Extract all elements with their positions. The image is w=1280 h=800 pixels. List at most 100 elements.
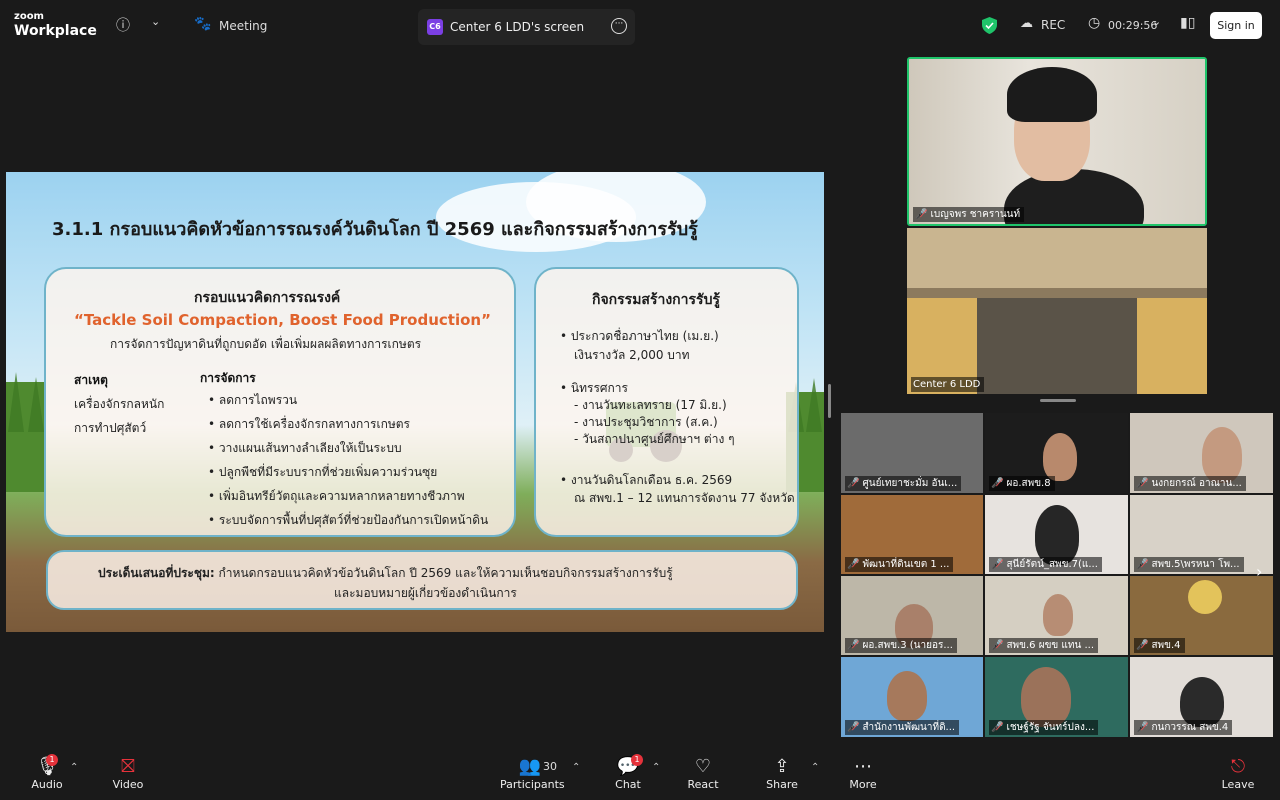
campaign-framework-panel: กรอบแนวคิดการรณรงค์ “Tackle Soil Compact… <box>44 267 516 537</box>
proposal-text: กำหนดกรอบแนวคิดหัวข้อวันดินโลก ปี 2569 แ… <box>214 566 673 580</box>
speaker-hair <box>1007 67 1097 122</box>
chat-badge: 1 <box>631 754 643 766</box>
participant-tile[interactable]: 🎤̸ ผอ.สพข.3 (นายอร... <box>841 576 983 655</box>
info-icon[interactable]: ⓘ <box>116 15 130 35</box>
participants-button[interactable]: 👥 Participants <box>500 748 565 800</box>
cause-heading: สาเหตุ <box>74 373 108 387</box>
mic-muted-icon: 🎤̸ <box>991 559 1004 570</box>
leave-button[interactable]: ⎋ Leave <box>1220 748 1256 800</box>
participant-tile[interactable]: 🎤̸ สพข.4 <box>1130 576 1273 655</box>
mic-muted-icon: 🎤̸ <box>1136 722 1149 733</box>
participant-name-tag: 🎤̸ เบญจพร ชาครานนท์ <box>913 207 1025 222</box>
meeting-timer[interactable]: 00:29:56 <box>1108 19 1157 32</box>
activity-contest-prize: เงินรางวัล 2,000 บาท <box>574 348 690 362</box>
active-speaker-video[interactable]: 🎤̸ เบญจพร ชาครานนท์ <box>907 57 1207 226</box>
proposal-line-1: ประเด็นเสนอที่ประชุม: กำหนดกรอบแนวคิดหัว… <box>98 564 673 583</box>
timer-chevron-icon[interactable]: ⌄ <box>1152 15 1161 28</box>
mic-muted-icon: 🎤̸ <box>847 559 860 570</box>
participant-name-tag: Center 6 LDD <box>911 377 985 392</box>
cloud-record-icon: ☁ <box>1020 16 1033 31</box>
mic-muted-icon: 🎤̸ <box>991 722 1004 733</box>
participant-tile[interactable]: 🎤̸ ผอ.สพข.8 <box>985 413 1128 493</box>
framework-subtitle: การจัดการปัญหาดินที่ถูกบดอัด เพื่อเพิ่มผ… <box>110 337 422 351</box>
more-button[interactable]: ⋯ More <box>846 748 880 800</box>
mic-muted-icon: 🎤̸ <box>1136 640 1149 651</box>
proposal-line-2: และมอบหมายผู้เกี่ยวข้องดำเนินการ <box>334 586 517 600</box>
participants-count: 30 <box>543 760 557 773</box>
react-button[interactable]: ♡ React <box>684 748 722 800</box>
audio-badge: 1 <box>46 754 58 766</box>
brand-top: zoom <box>14 11 44 22</box>
participant-tile[interactable]: 🎤̸ สุนีย์รัตน์_สพข.7(แ... <box>985 495 1128 574</box>
mic-muted-icon: 🎤̸ <box>991 640 1004 651</box>
mic-muted-icon: 🎤̸ <box>847 478 860 489</box>
activity-soil-day: งานวันดินโลกเดือน ธ.ค. 2569 <box>560 471 732 490</box>
exhibition-subitem: - วันสถาปนาศูนย์ศึกษาฯ ต่าง ๆ <box>574 432 735 446</box>
chevron-down-icon[interactable]: ⌄ <box>151 15 160 28</box>
clock-icon: ◷ <box>1088 15 1101 31</box>
participant-tile[interactable]: 🎤̸ เชษฐ์รัฐ จันทร์ปลง... <box>985 657 1128 737</box>
activity-soil-day-location: ณ สพข.1 – 12 แทนการจัดงาน 77 จังหวัด <box>574 491 795 505</box>
management-heading: การจัดการ <box>200 371 256 385</box>
activities-title: กิจกรรมสร้างการรับรู้ <box>592 292 720 308</box>
slide-title: 3.1.1 กรอบแนวคิดหัวข้อการรณรงค์วันดินโลก… <box>52 219 698 240</box>
framework-title: กรอบแนวคิดการรณรงค์ <box>194 290 341 306</box>
video-button[interactable]: ⛝ Video <box>106 748 150 800</box>
next-page-arrow-icon[interactable]: › <box>1256 562 1262 581</box>
screen-label: Center 6 LDD's screen <box>450 20 585 34</box>
view-layout-icon[interactable]: ▮▯ <box>1180 15 1195 31</box>
mic-muted-icon: 🎤̸ <box>847 640 860 651</box>
rec-label[interactable]: REC <box>1041 18 1065 32</box>
top-bar: zoom Workplace ⓘ ⌄ 🐾 Meeting C6 Center 6… <box>0 0 1280 52</box>
management-item: ปลูกพืชที่มีระบบรากที่ช่วยเพิ่มความร่วนซ… <box>208 463 437 482</box>
share-caret-icon[interactable]: ⌃ <box>811 762 819 773</box>
management-item: วางแผนเส้นทางลำเลียงให้เป็นระบบ <box>208 439 402 458</box>
meeting-controls-bar: 🎙 Audio 1 ⌃ ⛝ Video 👥 Participants 30 ⌃ … <box>0 748 1280 800</box>
screen-badge: C6 <box>427 19 443 35</box>
proposal-label: ประเด็นเสนอที่ประชุม: <box>98 566 215 580</box>
participant-tile[interactable]: 🎤̸ พัฒนาที่ดินเขต 1 ... <box>841 495 983 574</box>
zoom-logo: zoom Workplace <box>14 11 97 39</box>
activity-contest: ประกวดชื่อภาษาไทย (เม.ย.) <box>560 327 719 346</box>
meeting-label[interactable]: Meeting <box>219 19 267 33</box>
participant-tile[interactable]: 🎤̸ สพข.5\พรหนา โพ... <box>1130 495 1273 574</box>
more-options-icon[interactable]: ··· <box>611 18 627 34</box>
participant-tile[interactable]: 🎤̸ สำนักงานพัฒนาที่ดิ... <box>841 657 983 737</box>
video-off-icon: ⛝ <box>121 756 135 777</box>
mic-muted-icon: 🎤̸ <box>1136 478 1149 489</box>
share-button[interactable]: ⇪ Share <box>763 748 801 800</box>
panel-resize-handle[interactable] <box>828 384 831 418</box>
heart-icon: ♡ <box>694 756 712 777</box>
shield-icon[interactable] <box>982 17 997 34</box>
shared-screen-slide: 3.1.1 กรอบแนวคิดหัวข้อการรณรงค์วันดินโลก… <box>6 172 824 632</box>
mic-muted-icon: 🎤̸ <box>991 478 1004 489</box>
share-screen-icon: ⇪ <box>774 756 790 777</box>
room-table <box>977 298 1137 394</box>
leave-door-icon: ⎋ <box>1230 756 1246 777</box>
participant-tile[interactable]: 🎤̸ นงกยกรณ์ อาณาน... <box>1130 413 1273 493</box>
room-video[interactable]: Center 6 LDD <box>907 228 1207 394</box>
audio-options-caret-icon[interactable]: ⌃ <box>70 762 78 773</box>
participant-tile[interactable]: 🎤̸ ศูนย์เทยาชะมั่ม อันเ... <box>841 413 983 493</box>
cause-item: การทำปศุสัตว์ <box>74 421 147 435</box>
participants-caret-icon[interactable]: ⌃ <box>572 762 580 773</box>
brand-bottom: Workplace <box>14 23 97 39</box>
mic-muted-icon: 🎤̸ <box>1136 559 1149 570</box>
screen-share-pill[interactable]: C6 Center 6 LDD's screen ··· <box>418 9 635 45</box>
mic-muted-icon: 🎤̸ <box>915 209 928 220</box>
cause-item: เครื่องจักรกลหนัก <box>74 397 165 411</box>
participant-tile[interactable]: 🎤̸ สพข.6 ผขข แทน ... <box>985 576 1128 655</box>
management-item: ลดการใช้เครื่องจักรกลทางการเกษตร <box>208 415 410 434</box>
management-item: เพิ่มอินทรีย์วัตถุและความหลากหลายทางชีวภ… <box>208 487 465 506</box>
participant-tile[interactable]: 🎤̸ กนกวรรณ สพข.4 <box>1130 657 1273 737</box>
mic-muted-icon: 🎤̸ <box>847 722 860 733</box>
chat-caret-icon[interactable]: ⌃ <box>652 762 660 773</box>
sign-in-button[interactable]: Sign in <box>1210 12 1262 39</box>
video-panel-drag-handle[interactable] <box>1040 399 1076 402</box>
management-item: ลดการไถพรวน <box>208 391 297 410</box>
management-item: ระบบจัดการพื้นที่ปศุสัตว์ที่ช่วยป้องกันก… <box>208 511 488 530</box>
room-wall <box>907 228 1207 288</box>
meeting-icon: 🐾 <box>194 16 212 32</box>
awareness-activities-panel: กิจกรรมสร้างการรับรู้ ประกวดชื่อภาษาไทย … <box>534 267 799 537</box>
room-desks-right <box>1137 298 1207 394</box>
